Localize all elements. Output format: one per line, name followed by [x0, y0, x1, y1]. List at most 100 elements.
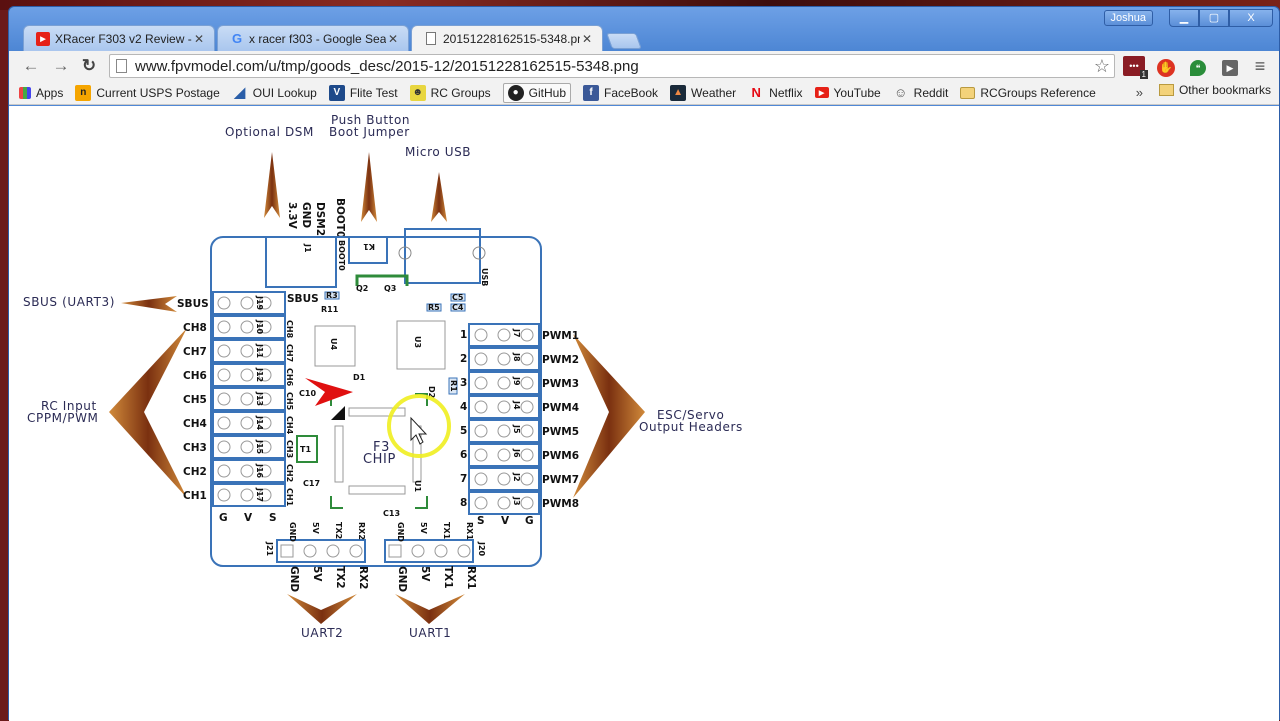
uart-pin-label: TX2	[334, 566, 346, 589]
jumper-label: J6	[512, 448, 521, 458]
cppm-pwm-label: CPPM/PWM	[27, 411, 99, 425]
jumper-label: J2	[512, 472, 521, 482]
svg-text:K1: K1	[363, 242, 375, 251]
bookmark-label: Apps	[36, 85, 64, 100]
profile-button[interactable]: Joshua	[1103, 10, 1153, 26]
bookmark-label: Flite Test	[349, 85, 398, 100]
bookmark-netflix[interactable]: N Netflix	[748, 83, 802, 103]
bookmark-label: Netflix	[769, 85, 803, 100]
right-pin-number: 1	[460, 329, 467, 341]
pwm-label: PWM3	[542, 378, 579, 390]
uart-pin-label: RX1	[465, 566, 477, 590]
bookmark-label: Reddit	[913, 85, 949, 100]
bookmark-usps[interactable]: n Current USPS Postage	[75, 83, 220, 103]
dsm-arrow	[264, 152, 280, 218]
bookmark-rcgroups-reference[interactable]: RCGroups Reference	[960, 83, 1096, 103]
minimize-button[interactable]: ▁	[1169, 9, 1199, 27]
uart-silk-label: TX2	[334, 522, 343, 539]
bookmark-weather[interactable]: ▲ Weather	[670, 83, 736, 103]
bookmark-label: RCGroups Reference	[980, 85, 1096, 100]
pwm-label: PWM2	[542, 354, 579, 366]
back-button[interactable]: ←	[19, 55, 43, 77]
jumper-label: J21	[265, 541, 274, 557]
tab-xracer-review[interactable]: ▶ XRacer F303 v2 Review - \ ✕	[23, 25, 215, 51]
svg-text:USB: USB	[480, 268, 489, 286]
pwm-label: PWM4	[542, 402, 579, 414]
svg-text:R3: R3	[326, 291, 338, 300]
svg-text:C4: C4	[452, 303, 464, 312]
close-window-button[interactable]: X	[1229, 9, 1273, 27]
flite-test-icon: V	[328, 84, 345, 101]
title-bar: Joshua ▁ ▢ X ▶ XRacer F303 v2 Review - \…	[9, 7, 1279, 51]
uart-silk-label: GND	[396, 522, 405, 542]
uart-silk-label: GND	[288, 522, 297, 542]
hangouts-extension-icon[interactable]: ❝	[1187, 56, 1209, 76]
maximize-button[interactable]: ▢	[1199, 9, 1229, 27]
reload-button[interactable]: ↻	[77, 55, 101, 77]
left-column-label: V	[244, 512, 253, 524]
bookmark-reddit[interactable]: ☺ Reddit	[893, 83, 949, 103]
chrome-menu-icon[interactable]: ≡	[1249, 56, 1271, 76]
extension-badge: 1	[1139, 70, 1148, 79]
bookmark-apps[interactable]: Apps	[19, 83, 63, 103]
close-tab-icon[interactable]: ✕	[192, 32, 206, 46]
bookmark-facebook[interactable]: f FaceBook	[583, 83, 658, 103]
bookmarks-bar: Apps n Current USPS Postage ◢ OUI Lookup…	[9, 81, 1279, 105]
bookmark-star-icon[interactable]: ☆	[1090, 56, 1114, 77]
right-pin-number: 8	[460, 497, 467, 509]
github-icon: ●	[507, 84, 524, 101]
right-pin-number: 4	[460, 401, 467, 413]
svg-text:U3: U3	[413, 336, 422, 348]
left-pin-label: CH6	[183, 370, 207, 382]
silk-label: CH8	[285, 320, 294, 339]
left-pin-label: CH1	[183, 490, 207, 502]
lastpass-extension-icon[interactable]: ••• 1	[1123, 56, 1148, 79]
svg-text:BOOT0: BOOT0	[337, 240, 346, 271]
youtube-icon: ▶	[814, 87, 829, 98]
bookmark-flite-test[interactable]: V Flite Test	[328, 83, 398, 103]
window-controls: ▁ ▢ X	[1169, 9, 1273, 27]
reddit-icon: ☺	[894, 85, 908, 100]
jumper-label: J16	[255, 463, 264, 479]
silk-label: SBUS	[287, 293, 319, 305]
bookmarks-overflow-chevron[interactable]: »	[1136, 85, 1143, 100]
close-tab-icon[interactable]: ✕	[580, 32, 594, 46]
svg-text:R5: R5	[428, 303, 440, 312]
pwm-label: PWM5	[542, 426, 579, 438]
bookmark-label: YouTube	[833, 85, 881, 100]
pwm-label: PWM1	[542, 330, 579, 342]
right-pin-number: 6	[460, 449, 467, 461]
tab-image-png[interactable]: 20151228162515-5348.pn ✕	[411, 25, 603, 51]
media-extension-icon[interactable]: ▶	[1219, 56, 1241, 76]
uart-silk-label: 5V	[419, 522, 428, 535]
jumper-label: J19	[255, 295, 264, 311]
right-pin-number: 7	[460, 473, 467, 485]
svg-text:DSM2: DSM2	[314, 202, 326, 236]
bookmark-oui-lookup[interactable]: ◢ OUI Lookup	[232, 83, 316, 103]
bookmark-rc-groups[interactable]: ☻ RC Groups	[409, 83, 491, 103]
right-pin-number: 2	[460, 353, 467, 365]
forward-button[interactable]: →	[49, 55, 73, 77]
pwm-label: PWM8	[542, 498, 579, 510]
tab-google-search[interactable]: G x racer f303 - Google Sea ✕	[217, 25, 409, 51]
adblock-extension-icon[interactable]: ✋	[1155, 56, 1177, 77]
bookmark-github[interactable]: ● GitHub	[502, 82, 571, 103]
silk-label: CH2	[285, 464, 294, 482]
other-bookmarks[interactable]: Other bookmarks	[1158, 83, 1271, 97]
close-tab-icon[interactable]: ✕	[386, 32, 400, 46]
url-text[interactable]: www.fpvmodel.com/u/tmp/goods_desc/2015-1…	[135, 58, 1090, 75]
uart-pin-label: TX1	[442, 566, 454, 589]
pinout-diagram: Optional DSM Push Button Boot Jumper Mic…	[23, 113, 742, 640]
new-tab-button[interactable]	[606, 33, 642, 49]
jumper-label: J9	[512, 376, 521, 386]
jumper-label: J8	[512, 352, 521, 362]
address-bar[interactable]: www.fpvmodel.com/u/tmp/goods_desc/2015-1…	[109, 54, 1115, 78]
bookmark-youtube[interactable]: ▶ YouTube	[814, 83, 881, 103]
uart-silk-label: RX2	[357, 522, 366, 540]
page-info-icon[interactable]	[116, 59, 127, 73]
left-pin-label: CH5	[183, 394, 207, 406]
right-pin-number: 5	[460, 425, 467, 437]
jumper-label: J15	[255, 439, 264, 455]
svg-text:GND: GND	[300, 202, 312, 228]
boot-jumper-label: Boot Jumper	[329, 125, 410, 139]
